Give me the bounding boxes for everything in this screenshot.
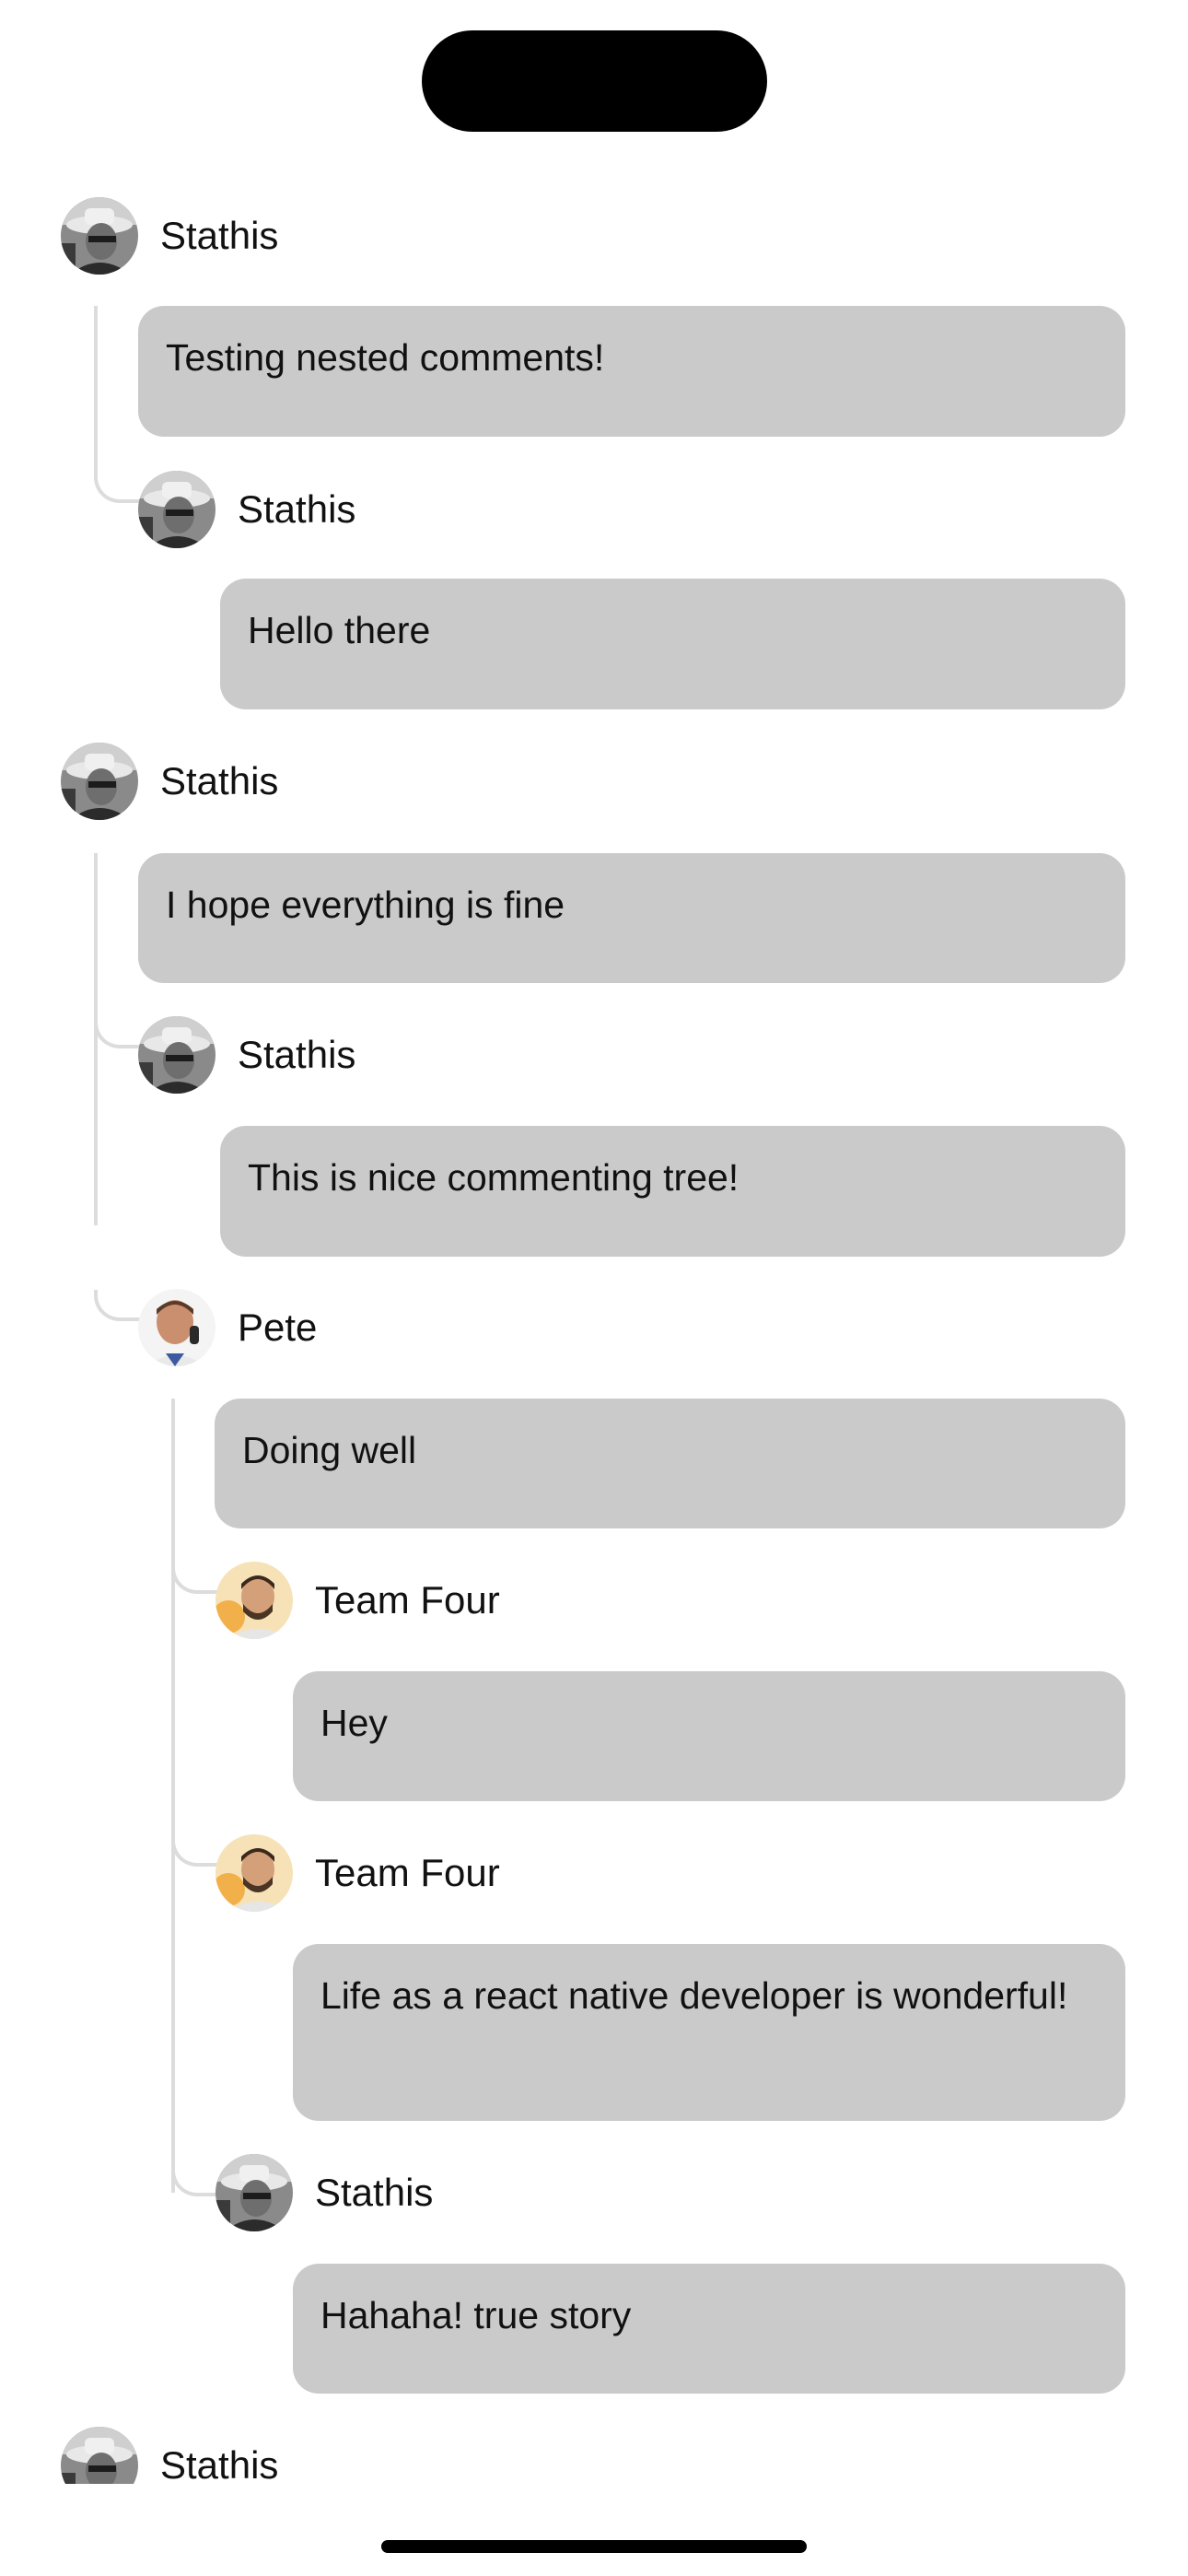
comment-bubble: Hey <box>293 1671 1125 1801</box>
comment-username[interactable]: Team Four <box>315 1577 500 1623</box>
comment-bubble: Doing well <box>215 1399 1125 1528</box>
comment-bubble: Hahaha! true story <box>293 2264 1125 2394</box>
avatar[interactable] <box>138 471 215 548</box>
thread-line <box>94 306 98 472</box>
thread-connector <box>171 1835 217 1867</box>
avatar[interactable] <box>138 1016 215 1094</box>
comment-username[interactable]: Stathis <box>238 1032 355 1078</box>
comment-text: Life as a react native developer is wond… <box>320 1974 1068 2017</box>
comment-username[interactable]: Pete <box>238 1305 317 1351</box>
thread-connector <box>171 2165 217 2196</box>
avatar[interactable] <box>61 743 138 820</box>
comment-bubble: Hello there <box>220 579 1125 709</box>
avatar[interactable] <box>215 1562 293 1639</box>
comment-text: This is nice commenting tree! <box>248 1156 740 1199</box>
comment-username[interactable]: Stathis <box>238 486 355 533</box>
comment-bubble: I hope everything is fine <box>138 853 1125 983</box>
comment-username[interactable]: Stathis <box>315 2170 433 2216</box>
comment-username[interactable]: Stathis <box>160 2442 278 2484</box>
comment-username[interactable]: Team Four <box>315 1850 500 1896</box>
home-indicator[interactable] <box>381 2540 807 2553</box>
comment-bubble: Testing nested comments! <box>138 306 1125 437</box>
comment-text: Hey <box>320 1702 388 1744</box>
thread-connector <box>94 1017 140 1048</box>
comment-username[interactable]: Stathis <box>160 213 278 259</box>
avatar[interactable] <box>215 2154 293 2231</box>
comment-text: Testing nested comments! <box>166 336 605 379</box>
thread-line <box>171 1399 175 2193</box>
comment-text: Hahaha! true story <box>320 2294 632 2336</box>
comment-text: I hope everything is fine <box>166 884 565 926</box>
comment-text: Doing well <box>242 1429 417 1471</box>
comment-bubble: This is nice commenting tree! <box>220 1126 1125 1257</box>
thread-line <box>94 853 98 1225</box>
comment-text: Hello there <box>248 609 431 651</box>
comment-thread[interactable]: Stathis Testing nested comments! Stathis… <box>0 0 1188 2484</box>
avatar[interactable] <box>215 1834 293 1912</box>
avatar[interactable] <box>138 1289 215 1366</box>
comment-bubble: Life as a react native developer is wond… <box>293 1944 1125 2121</box>
comment-username[interactable]: Stathis <box>160 758 278 804</box>
avatar[interactable] <box>61 2427 138 2484</box>
thread-connector <box>94 1290 140 1321</box>
thread-connector <box>171 1563 217 1594</box>
thread-connector <box>94 472 140 503</box>
avatar[interactable] <box>61 197 138 275</box>
